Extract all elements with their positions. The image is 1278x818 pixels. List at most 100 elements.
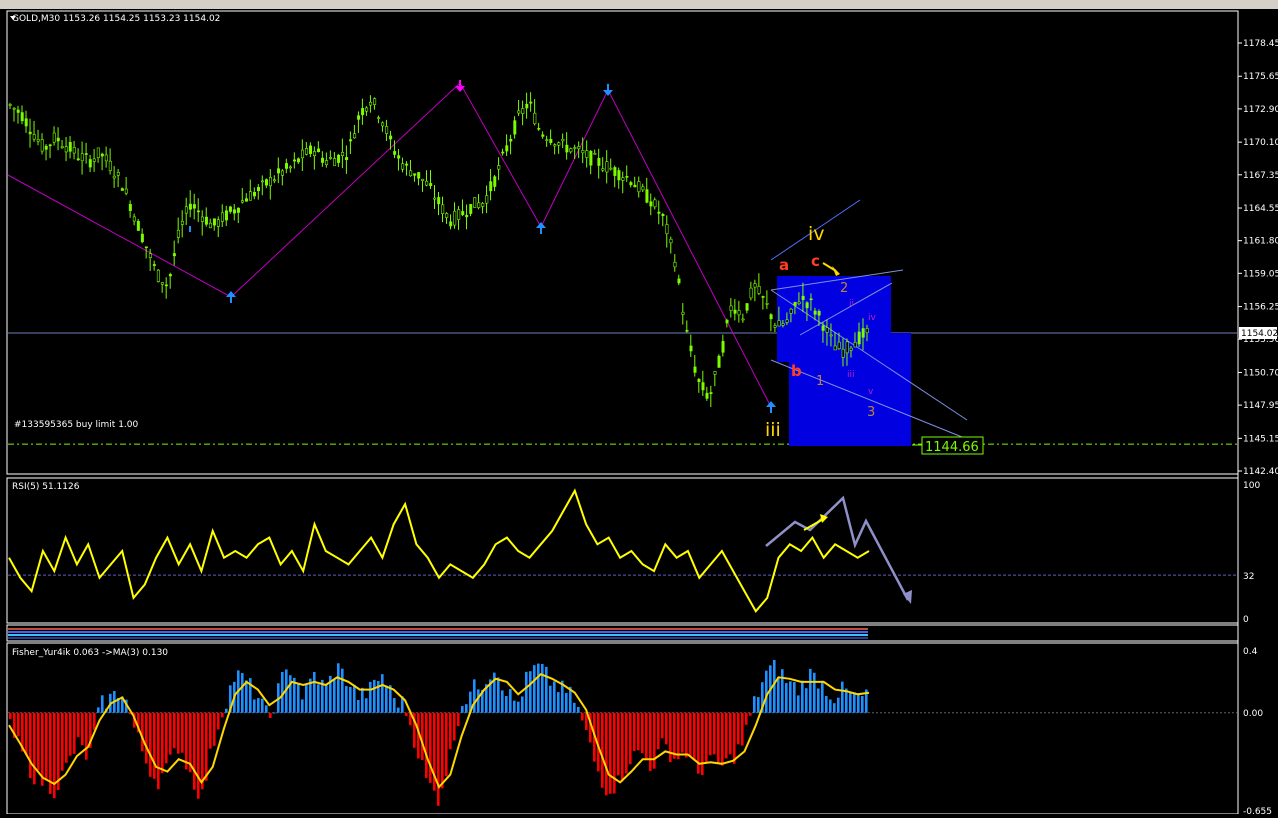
fisher-bar bbox=[765, 670, 768, 713]
fisher-bar bbox=[741, 712, 744, 746]
fisher-bar bbox=[453, 712, 456, 741]
candle-body bbox=[589, 151, 593, 166]
fisher-bar bbox=[9, 712, 12, 720]
fisher-bar bbox=[365, 698, 368, 713]
candle-body bbox=[397, 155, 401, 159]
fisher-bar bbox=[525, 671, 528, 713]
fisher-bar bbox=[621, 712, 624, 782]
candle-body bbox=[625, 176, 629, 178]
candle-body bbox=[116, 171, 120, 176]
fisher-bar bbox=[153, 712, 156, 779]
candle-body bbox=[689, 345, 693, 352]
fisher-bar bbox=[793, 682, 796, 713]
rsi-tick-label: 0 bbox=[1243, 615, 1249, 625]
subwave-label-iii: iii bbox=[847, 370, 855, 380]
chart-canvas[interactable]: GOLD,M30 1153.26 1154.25 1153.23 1154.02… bbox=[0, 0, 1278, 817]
fisher-bar bbox=[317, 684, 320, 713]
candle-body bbox=[813, 310, 817, 315]
fisher-bar bbox=[445, 712, 448, 777]
fisher-bar bbox=[385, 685, 388, 713]
wave-label-a: a bbox=[779, 256, 789, 274]
fisher-bar bbox=[709, 712, 712, 756]
candle-body bbox=[569, 148, 573, 153]
fisher-bar bbox=[361, 687, 364, 713]
candle-body bbox=[481, 202, 485, 207]
candle-body bbox=[132, 216, 136, 222]
candle-body bbox=[389, 135, 393, 140]
candle-body bbox=[76, 158, 80, 161]
fisher-bar bbox=[509, 689, 512, 713]
fisher-bar bbox=[641, 712, 644, 754]
candle-body bbox=[789, 308, 793, 314]
fisher-bar bbox=[757, 697, 760, 713]
candle-body bbox=[72, 147, 76, 154]
candle-body bbox=[545, 139, 549, 141]
candle-body bbox=[677, 278, 681, 284]
candle-body bbox=[84, 153, 88, 155]
fisher-bar bbox=[289, 675, 292, 713]
fisher-bar bbox=[789, 681, 792, 713]
candle-body bbox=[68, 142, 72, 152]
fisher-bar bbox=[65, 712, 68, 763]
fisher-bar bbox=[649, 712, 652, 771]
fisher-bar bbox=[145, 712, 148, 764]
wave-label-1: 1 bbox=[816, 374, 824, 389]
fisher-bar bbox=[241, 673, 244, 713]
candle-body bbox=[533, 112, 537, 125]
fisher-bar bbox=[713, 712, 716, 755]
candle-body bbox=[417, 172, 421, 179]
candle-body bbox=[349, 139, 353, 142]
fisher-bar bbox=[633, 712, 636, 752]
candle-body bbox=[180, 221, 184, 225]
fisher-bar bbox=[393, 698, 396, 713]
fisher-bar bbox=[829, 699, 832, 713]
fisher-bar bbox=[653, 712, 656, 769]
fisher-bar bbox=[85, 712, 88, 760]
candle-body bbox=[661, 213, 665, 217]
candle-body bbox=[277, 168, 281, 174]
candle-body bbox=[521, 108, 525, 114]
fisher-bar bbox=[661, 712, 664, 739]
candle-body bbox=[212, 218, 216, 226]
candle-body bbox=[553, 144, 557, 147]
candle-body bbox=[865, 328, 869, 334]
candle-body bbox=[805, 302, 809, 309]
fisher-bar bbox=[745, 712, 748, 725]
fisher-bar bbox=[777, 677, 780, 713]
rsi-axis: 100 32 0 bbox=[1243, 481, 1260, 625]
fisher-bar bbox=[601, 712, 604, 788]
fisher-bar bbox=[805, 688, 808, 713]
price-axis[interactable]: 1178.45 1175.65 1172.90 1170.10 1167.35 1164.… bbox=[1238, 39, 1278, 477]
fisher-bar bbox=[477, 689, 480, 713]
candle-body bbox=[281, 170, 285, 176]
candle-body bbox=[405, 163, 409, 166]
candle-body bbox=[289, 166, 293, 169]
main-chart-panel[interactable] bbox=[6, 10, 1239, 475]
candle-body bbox=[369, 101, 373, 106]
fisher-tick-label: 0.00 bbox=[1243, 709, 1263, 719]
fisher-bar bbox=[149, 712, 152, 777]
candle-body bbox=[721, 341, 725, 353]
candle-body bbox=[393, 151, 397, 155]
candle-body bbox=[56, 137, 60, 142]
fisher-bar bbox=[753, 696, 756, 713]
candle-body bbox=[285, 163, 289, 169]
fisher-bar bbox=[341, 668, 344, 713]
candle-body bbox=[156, 269, 160, 282]
candle-body bbox=[509, 138, 513, 142]
candle-body bbox=[557, 142, 561, 146]
wave-label-iv: iv bbox=[808, 223, 825, 245]
candle-body bbox=[313, 151, 317, 157]
fisher-bar bbox=[101, 695, 104, 713]
candle-body bbox=[781, 323, 785, 326]
fisher-bar bbox=[669, 712, 672, 763]
fisher-bar bbox=[853, 692, 856, 713]
fisher-bar bbox=[825, 695, 828, 713]
candle-body bbox=[829, 334, 833, 337]
candle-body bbox=[469, 204, 473, 214]
fisher-bar bbox=[673, 712, 676, 759]
candle-body bbox=[260, 180, 264, 183]
fisher-bar bbox=[657, 712, 660, 750]
candle-body bbox=[317, 148, 321, 153]
candle-body bbox=[160, 282, 164, 285]
